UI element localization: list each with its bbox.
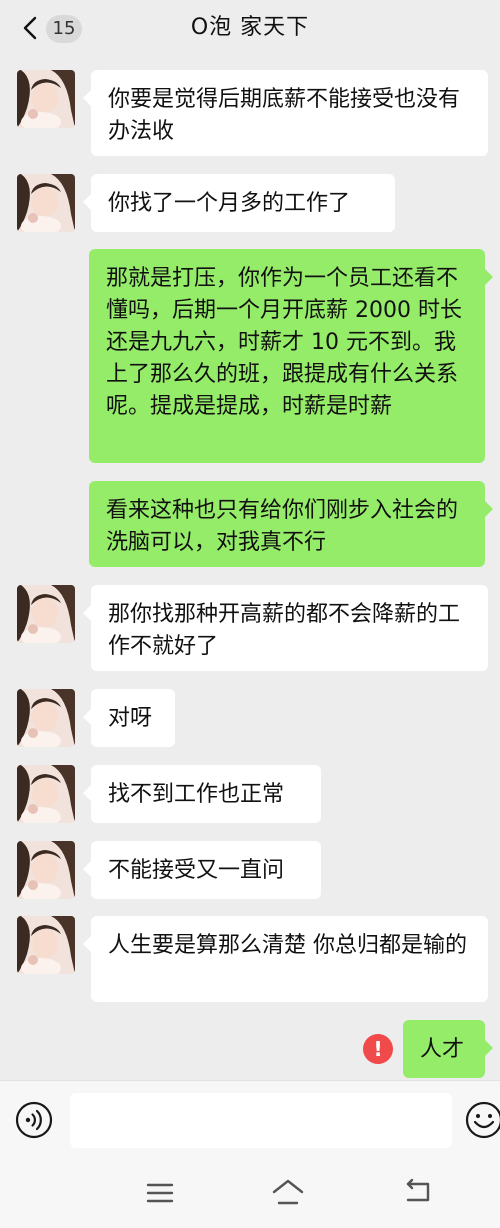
message-bubble[interactable]: 你要是觉得后期底薪不能接受也没有办法收 — [83, 70, 488, 156]
input-bar — [0, 1080, 500, 1157]
message-bubble[interactable]: 你找了一个月多的工作了 — [83, 174, 395, 232]
send-failed-icon[interactable]: ! — [363, 1034, 393, 1064]
avatar[interactable] — [17, 689, 75, 747]
avatar[interactable] — [17, 70, 75, 128]
avatar[interactable] — [17, 585, 75, 643]
message-bubble[interactable]: 那你找那种开高薪的都不会降薪的工作不就好了 — [83, 585, 488, 671]
message-bubble[interactable]: 对呀 — [83, 689, 175, 747]
chat-title: O泡 家天下 — [190, 15, 310, 40]
message-bubble[interactable]: 看来这种也只有给你们刚步入社会的洗脑可以，对我真不行 — [89, 481, 493, 567]
avatar[interactable] — [17, 916, 75, 974]
avatar[interactable] — [17, 765, 75, 823]
message-bubble[interactable]: 人才 — [403, 1020, 493, 1078]
emoji-icon[interactable] — [465, 1101, 500, 1139]
message-bubble[interactable]: 找不到工作也正常 — [83, 765, 321, 823]
home-icon[interactable] — [271, 1178, 305, 1206]
menu-icon[interactable] — [146, 1182, 174, 1204]
avatar[interactable] — [17, 174, 75, 232]
message-bubble[interactable]: 那就是打压，你作为一个员工还看不懂吗，后期一个月开底薪 2000 时长还是九九六… — [89, 249, 493, 463]
message-input[interactable] — [70, 1093, 452, 1148]
back-icon[interactable] — [402, 1178, 434, 1206]
voice-icon[interactable] — [15, 1101, 53, 1139]
avatar[interactable] — [17, 841, 75, 899]
system-nav-bar — [0, 1156, 500, 1228]
message-list[interactable]: 你要是觉得后期底薪不能接受也没有办法收 你找了一个月多的工作了 那就是打压，你作… — [0, 58, 500, 1080]
chat-header: 15 O泡 家天下 — [0, 0, 500, 58]
message-bubble[interactable]: 人生要是算那么清楚 你总归都是输的 — [83, 916, 488, 1002]
message-bubble[interactable]: 不能接受又一直问 — [83, 841, 321, 899]
